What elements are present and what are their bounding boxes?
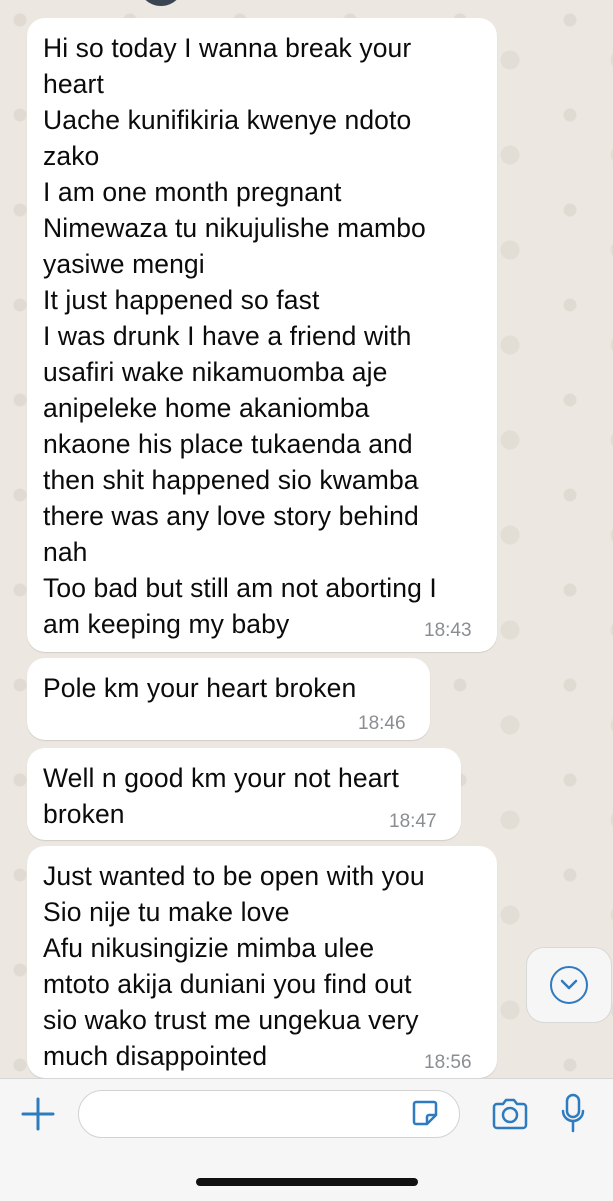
message-timestamp: 18:47 [389,811,437,832]
message-bubble[interactable]: Just wanted to be open with you Sio nije… [27,846,497,1078]
camera-icon[interactable] [490,1096,530,1132]
message-text: Just wanted to be open with you Sio nije… [43,861,425,1071]
message-timestamp: 18:46 [358,713,406,734]
message-timestamp: 18:43 [424,620,472,641]
message-timestamp: 18:56 [424,1052,472,1073]
message-input[interactable] [78,1090,460,1138]
plus-icon[interactable] [20,1096,56,1132]
message-text: Pole km your heart broken [43,673,357,703]
message-text: Well n good km your not heart broken [43,763,399,829]
scroll-to-bottom-button[interactable] [526,947,612,1023]
message-text: Hi so today I wanna break your heart Uac… [43,33,437,639]
message-bubble[interactable]: Hi so today I wanna break your heart Uac… [27,18,497,652]
message-bubble[interactable]: Pole km your heart broken 18:46 [27,658,430,740]
home-indicator [196,1178,418,1186]
microphone-icon[interactable] [560,1093,586,1135]
sticker-icon[interactable] [410,1098,440,1128]
chevron-down-icon [550,966,588,1004]
message-bubble[interactable]: Well n good km your not heart broken 18:… [27,748,461,840]
